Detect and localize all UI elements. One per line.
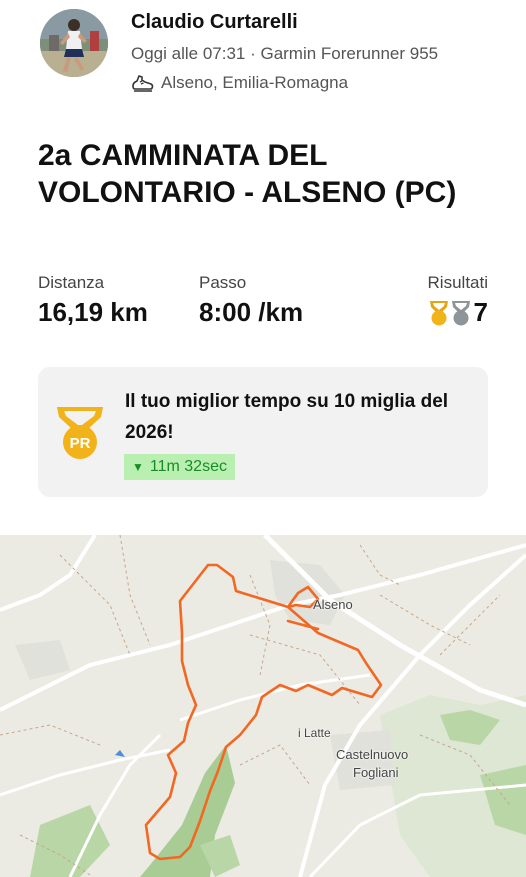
running-shoe-icon bbox=[132, 75, 154, 92]
distance-value: 16,19 km bbox=[38, 297, 148, 327]
water-marker bbox=[115, 750, 125, 757]
pace-value: 8:00 /km bbox=[199, 297, 304, 327]
activity-meta: Oggi alle 07:31 · Garmin Forerunner 955 bbox=[131, 44, 439, 63]
map-label-castelnuovo: Castelnuovo bbox=[336, 747, 409, 762]
location-text: Alseno, Emilia-Romagna bbox=[161, 73, 349, 92]
pr-medal-icon: PR bbox=[57, 407, 103, 459]
town-area bbox=[270, 560, 345, 625]
results-label: Risultati bbox=[427, 273, 488, 292]
pr-delta-badge: ▼ 11m 32sec bbox=[124, 454, 235, 480]
map-label-fogliani: Fogliani bbox=[353, 765, 399, 780]
results-count: 7 bbox=[473, 297, 488, 327]
triangle-down-icon: ▼ bbox=[132, 460, 144, 474]
map-label-alseno: Alseno bbox=[313, 597, 353, 612]
activity-title[interactable]: 2a CAMMINATA DEL VOLONTARIO - ALSENO (PC… bbox=[38, 137, 488, 211]
athlete-avatar[interactable] bbox=[40, 9, 108, 77]
silver-medal-icon bbox=[451, 300, 470, 325]
gold-medal-icon bbox=[429, 300, 448, 325]
town-area bbox=[15, 640, 70, 680]
road bbox=[0, 535, 97, 612]
activity-header: Claudio Curtarelli Oggi alle 07:31 · Gar… bbox=[0, 0, 526, 110]
pr-badge-text: PR bbox=[70, 435, 91, 452]
pr-delta-value: 11m 32sec bbox=[149, 458, 227, 475]
athlete-name[interactable]: Claudio Curtarelli bbox=[131, 11, 298, 34]
pace-label: Passo bbox=[199, 273, 247, 292]
results-summary[interactable]: Risultati 7 bbox=[428, 273, 488, 328]
activity-location: Alseno, Emilia-Romagna bbox=[131, 73, 348, 93]
route-map[interactable]: Alseno i Latte Castelnuovo Fogliani bbox=[0, 535, 526, 877]
distance-label: Distanza bbox=[38, 273, 105, 292]
map-canvas bbox=[0, 535, 526, 877]
pr-card[interactable]: PR Il tuo miglior tempo su 10 miglia del… bbox=[38, 367, 488, 497]
avatar-photo bbox=[40, 9, 108, 77]
pr-text: Il tuo miglior tempo su 10 miglia del 20… bbox=[125, 391, 449, 443]
road bbox=[179, 673, 371, 722]
results-row: 7 bbox=[428, 297, 488, 328]
road bbox=[0, 748, 171, 797]
map-label-i-latte: i Latte bbox=[298, 726, 331, 740]
